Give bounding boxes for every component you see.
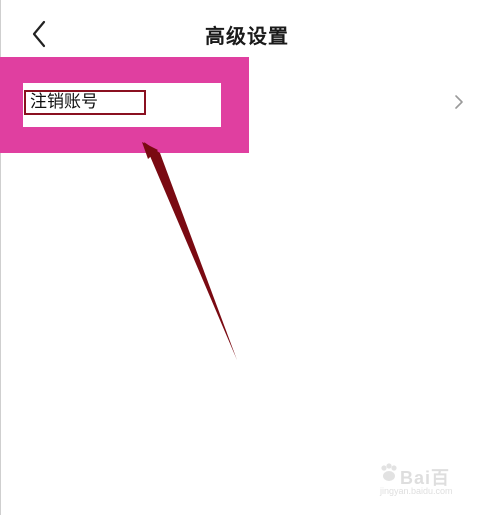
annotation-arrow <box>142 142 237 360</box>
paw-icon <box>381 463 397 481</box>
arrow-shaft <box>144 142 237 360</box>
baidu-watermark: Bai百 jingyan.baidu.com <box>378 458 470 498</box>
watermark-sub: jingyan.baidu.com <box>380 486 453 496</box>
